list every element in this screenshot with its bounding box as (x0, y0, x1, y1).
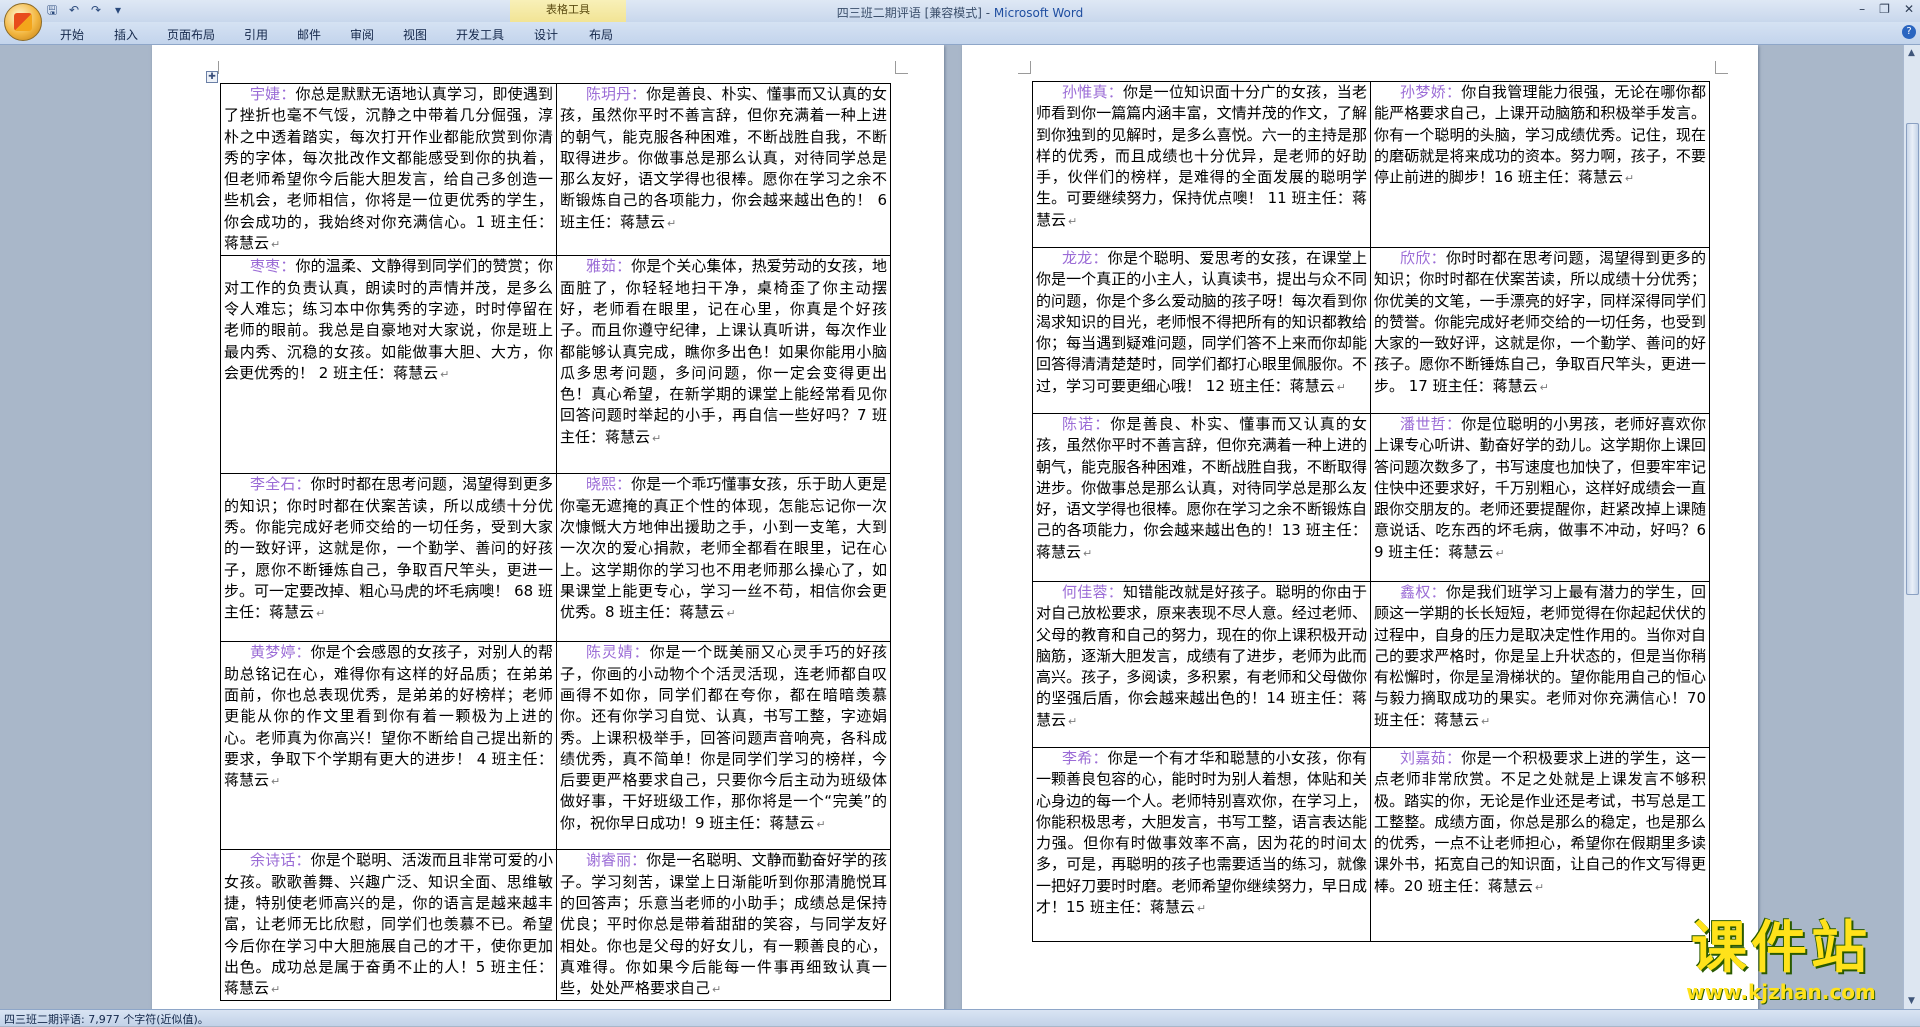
comment-cell[interactable]: 晓熙：你是一个乖巧懂事女孩，乐于助人更是你毫无遮掩的真正个性的体现，怎能忘记你一… (556, 473, 891, 643)
comment-cell[interactable]: 李全石：你时时都在思考问题，渴望得到更多的知识；你时时都在伏案苦读，所以成绩十分… (220, 473, 557, 643)
status-bar: 四三班二期评语: 7,977 个字符(近似值)。 (0, 1009, 1920, 1026)
comment-cell[interactable]: 余诗话：你是个聪明、活泼而且非常可爱的小女孩。歌歌善舞、兴趣广泛、知识全面、思维… (220, 849, 557, 1002)
comment-cell[interactable]: 孙惟真：你是一位知识面十分广的女孩，当老师看到你一篇篇内涵丰富，文情并茂的作文，… (1032, 81, 1371, 248)
comment-cell[interactable]: 陈灵婧：你是一个既美丽又心灵手巧的好孩子，你画的小动物个个活灵活现，连老师都自叹… (556, 641, 891, 851)
comment-cell[interactable]: 潘世哲：你是位聪明的小男孩，老师好喜欢你上课专心听讲、勤奋好学的劲儿。这学期你上… (1370, 413, 1710, 582)
tab-view[interactable]: 视图 (403, 26, 427, 43)
comment-cell[interactable]: 鑫权：你是我们班学习上最有潜力的学生，回顾这一学期的长长短短，老师觉得在你起起伏… (1370, 581, 1710, 748)
tab-page-layout[interactable]: 页面布局 (167, 26, 215, 43)
scrollbar-thumb[interactable] (1906, 123, 1919, 595)
comment-cell[interactable]: 陈玥丹：你是善良、朴实、懂事而又认真的女孩，虽然你平时不善言辞，但你充满着一种上… (556, 82, 891, 257)
comment-cell[interactable]: 黄梦婷：你是个会感恩的女孩子，对别人的帮助总铭记在心，难得你有这样的好品质；在弟… (220, 641, 557, 851)
document-workspace: ✚ 宇婕：你总是默默无语地认真学习，即使遇到了挫折也毫不气馁，沉静之中带着几分倔… (0, 45, 1904, 1009)
tab-layout[interactable]: 布局 (589, 26, 613, 43)
minimize-icon[interactable]: – (1859, 2, 1865, 16)
comment-cell[interactable]: 龙龙：你是个聪明、爱思考的女孩，在课堂上你是一个真正的小主人，认真读书，提出与众… (1032, 247, 1371, 414)
ribbon-tab-bar: 开始 插入 页面布局 引用 邮件 审阅 视图 开发工具 设计 布局 ? (0, 22, 1920, 45)
comment-cell[interactable]: 枣枣：你的温柔、文静得到同学们的赞赏；你对工作的负责认真，朗读时的声情并茂，是多… (220, 255, 557, 475)
vertical-scrollbar[interactable]: ▲ ▼ (1903, 45, 1920, 1009)
comment-cell[interactable]: 李希：你是一个有才华和聪慧的小女孩，你有一颗善良包容的心，能时时为别人着想，体贴… (1032, 747, 1371, 942)
customize-dropdown-icon[interactable]: ▾ (110, 3, 126, 17)
tab-review[interactable]: 审阅 (350, 26, 374, 43)
comments-table-right: 孙惟真：你是一位知识面十分广的女孩，当老师看到你一篇篇内涵丰富，文情并茂的作文，… (1032, 81, 1710, 942)
comment-cell[interactable]: 欣欣：你时时都在思考问题，渴望得到更多的知识；你时时都在伏案苦读，所以成绩十分优… (1370, 247, 1710, 414)
comment-cell[interactable]: 何佳蓉：知错能改就是好孩子。聪明的你由于对自己放松要求，原来表现不尽人意。经过老… (1032, 581, 1371, 748)
comment-cell[interactable]: 谢睿丽：你是一名聪明、文静而勤奋好学的孩子。学习刻苦，课堂上日渐能听到你那清脆悦… (556, 849, 891, 1002)
page-corner-mark (1715, 61, 1728, 74)
help-icon[interactable]: ? (1902, 25, 1916, 39)
table-tools-group-label: 表格工具 (510, 0, 626, 22)
comment-cell[interactable]: 刘嘉茹：你是一个积极要求上进的学生，这一点老师非常欣赏。不足之处就是上课发言不够… (1370, 747, 1710, 942)
scroll-up-icon[interactable]: ▲ (1906, 47, 1917, 59)
quick-access-toolbar: 🖫 ↶ ↷ ▾ (44, 3, 126, 19)
document-page-right: 孙惟真：你是一位知识面十分广的女孩，当老师看到你一篇篇内涵丰富，文情并茂的作文，… (962, 45, 1758, 1009)
redo-icon[interactable]: ↷ (88, 3, 104, 17)
office-button[interactable] (4, 3, 42, 41)
tab-home[interactable]: 开始 (60, 26, 84, 43)
watermark-url: www.kjzhan.com (1686, 980, 1876, 1004)
comment-cell[interactable]: 雅茹：你是个关心集体，热爱劳动的女孩，地面脏了，你轻轻地扫干净，桌椅歪了你主动摆… (556, 255, 891, 475)
page-corner-mark (1018, 61, 1031, 74)
tab-mailings[interactable]: 邮件 (297, 26, 321, 43)
tab-insert[interactable]: 插入 (114, 26, 138, 43)
comment-cell[interactable]: 陈诺：你是善良、朴实、懂事而又认真的女孩，虽然你平时不善言辞，但你充满着一种上进… (1032, 413, 1371, 582)
save-icon[interactable]: 🖫 (44, 3, 60, 17)
undo-icon[interactable]: ↶ (66, 3, 82, 17)
tab-references[interactable]: 引用 (244, 26, 268, 43)
page-corner-mark (895, 61, 908, 74)
close-icon[interactable]: ✕ (1904, 2, 1914, 16)
comment-cell[interactable]: 宇婕：你总是默默无语地认真学习，即使遇到了挫折也毫不气馁，沉静之中带着几分倔强，… (220, 82, 557, 257)
tab-design[interactable]: 设计 (534, 26, 558, 43)
table-move-handle[interactable]: ✚ (206, 71, 218, 83)
document-page-left: ✚ 宇婕：你总是默默无语地认真学习，即使遇到了挫折也毫不气馁，沉静之中带着几分倔… (152, 45, 944, 1009)
tab-developer[interactable]: 开发工具 (456, 26, 504, 43)
office-logo-icon (14, 13, 32, 31)
window-title: 四三班二期评语 [兼容模式] - Microsoft Word (836, 6, 1084, 20)
window-controls: – ❐ ✕ (1859, 2, 1914, 16)
title-bar: 四三班二期评语 [兼容模式] - Microsoft Word 表格工具 – ❐… (0, 0, 1920, 22)
watermark-title: 课件站 (1691, 916, 1871, 981)
restore-icon[interactable]: ❐ (1879, 2, 1890, 16)
comment-cell[interactable]: 孙梦娇：你自我管理能力很强，无论在哪你都能严格要求自己，上课开动脑筋和积极举手发… (1370, 81, 1710, 248)
comments-table-left: 宇婕：你总是默默无语地认真学习，即使遇到了挫折也毫不气馁，沉静之中带着几分倔强，… (220, 82, 891, 1002)
watermark-logo: 课件站 www.kjzhan.com (1650, 918, 1912, 1010)
